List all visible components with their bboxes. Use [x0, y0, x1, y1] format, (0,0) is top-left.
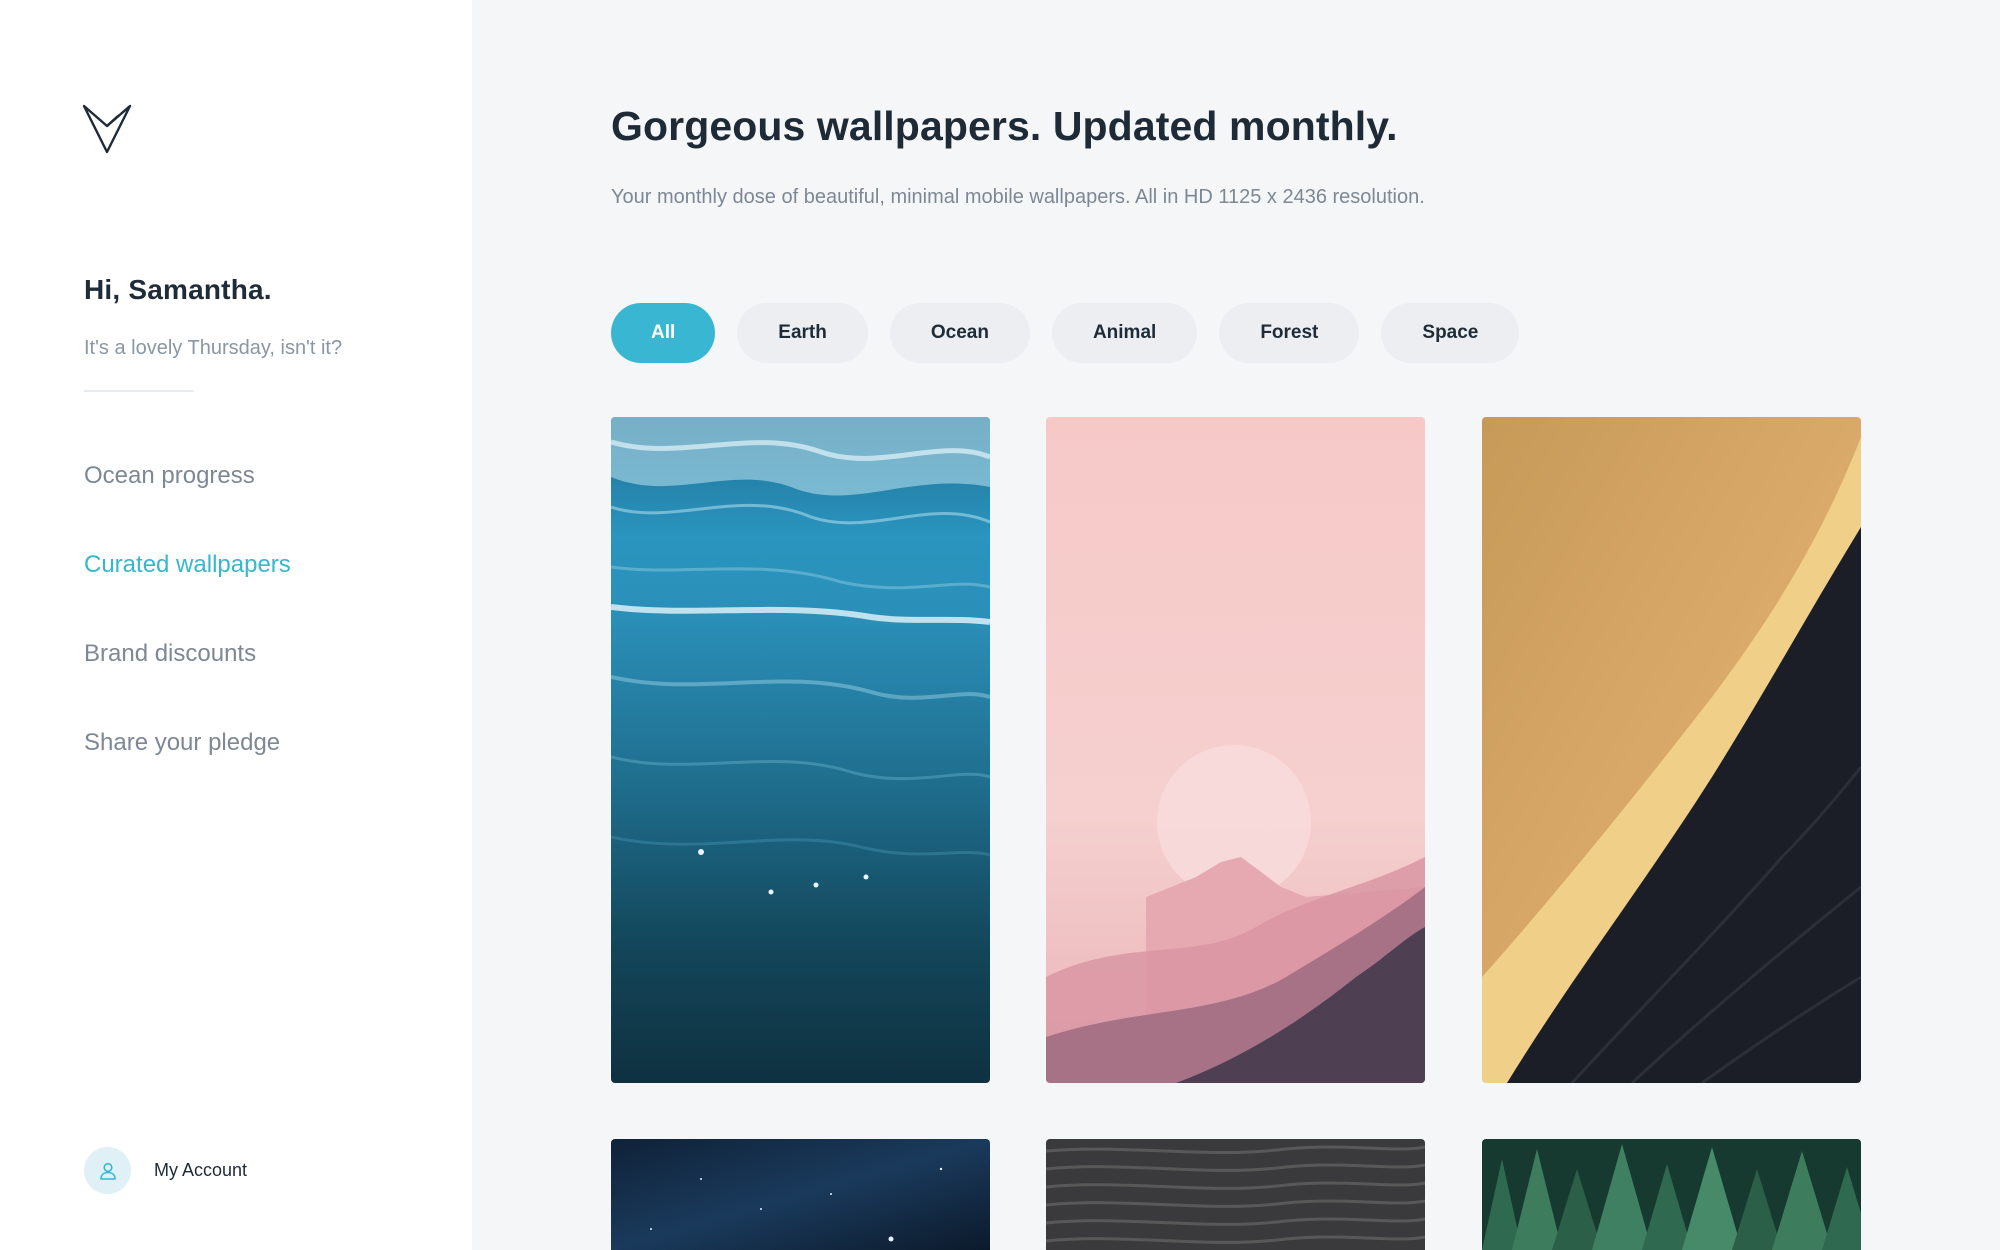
filter-ocean[interactable]: Ocean: [889, 303, 1030, 363]
greeting-heading: Hi, Samantha.: [84, 274, 272, 305]
filter-forest[interactable]: Forest: [1219, 303, 1360, 363]
my-account-label: My Account: [154, 1160, 248, 1180]
wallpaper-card-sand-ripples[interactable]: [1046, 1139, 1425, 1250]
page-title: Gorgeous wallpapers. Updated monthly.: [611, 103, 1398, 149]
filter-animal[interactable]: Animal: [1051, 303, 1198, 363]
wallpaper-card-forest[interactable]: [1482, 1139, 1861, 1250]
wallpaper-card-ocean[interactable]: [611, 417, 990, 1083]
wallpaper-card-pink-mountains[interactable]: [1046, 417, 1425, 1083]
wallpaper-card-space[interactable]: [611, 1139, 990, 1250]
my-account-button[interactable]: My Account: [84, 1147, 247, 1194]
filter-space[interactable]: Space: [1381, 303, 1520, 363]
user-icon: [99, 1162, 116, 1180]
greeting-subtext: It's a lovely Thursday, isn't it?: [84, 337, 343, 359]
page-subtitle: Your monthly dose of beautiful, minimal …: [611, 186, 1425, 208]
filter-all[interactable]: All: [611, 303, 716, 363]
logo-icon[interactable]: [82, 102, 132, 154]
wallpaper-card-desert-dune[interactable]: [1482, 417, 1861, 1083]
divider: [84, 390, 194, 392]
avatar: [84, 1147, 131, 1194]
category-filters: All Earth Ocean Animal Forest Space: [611, 303, 1520, 363]
nav-item-share-your-pledge[interactable]: Share your pledge: [84, 729, 291, 818]
filter-earth[interactable]: Earth: [737, 303, 868, 363]
sidebar-nav: Ocean progress Curated wallpapers Brand …: [84, 462, 291, 818]
nav-item-curated-wallpapers[interactable]: Curated wallpapers: [84, 551, 291, 640]
nav-item-brand-discounts[interactable]: Brand discounts: [84, 640, 291, 729]
nav-item-ocean-progress[interactable]: Ocean progress: [84, 462, 291, 551]
sidebar: Hi, Samantha. It's a lovely Thursday, is…: [0, 0, 472, 1250]
